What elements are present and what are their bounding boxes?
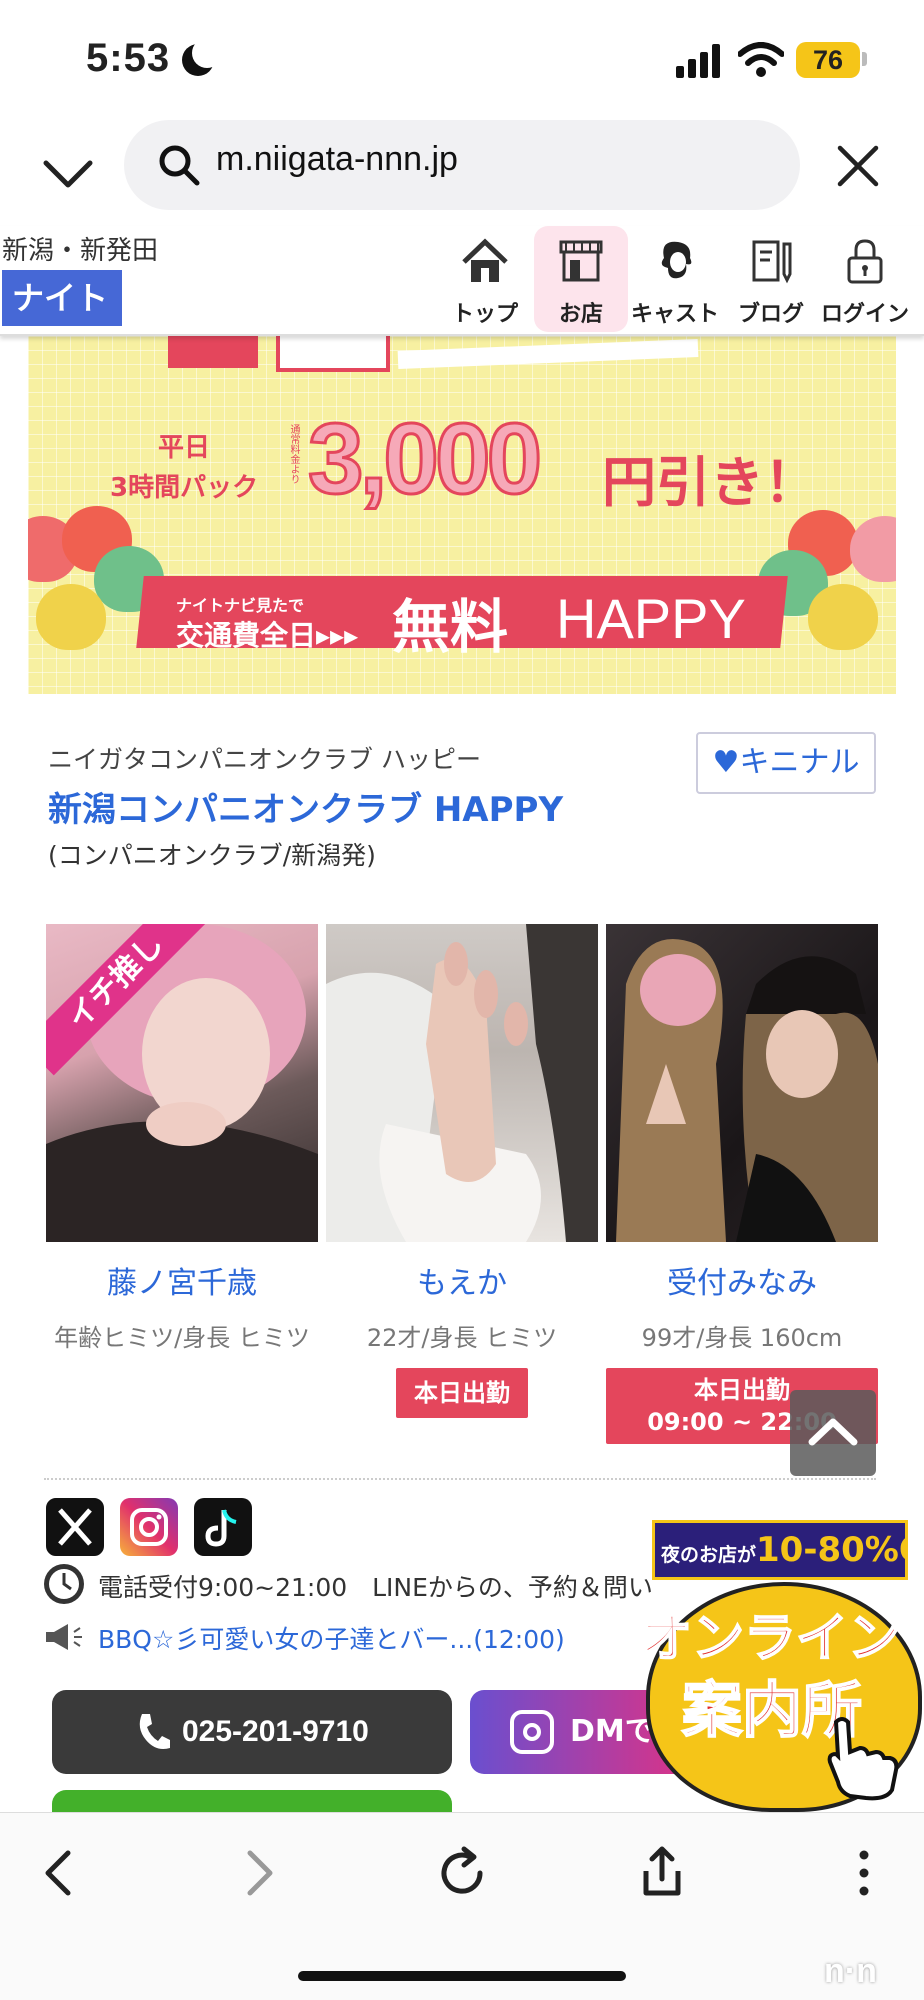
battery-level: 76	[796, 42, 860, 78]
cast-photo[interactable]	[606, 924, 878, 1242]
url-text: m.niigata-nnn.jp	[216, 140, 458, 178]
pointing-hand-icon	[827, 1717, 899, 1801]
cast-meta: 22才/身長 ヒミツ	[366, 1324, 558, 1352]
status-bar: 5:53 76	[0, 0, 924, 120]
balloon-decoration	[36, 584, 106, 650]
scroll-top-button[interactable]	[790, 1390, 876, 1476]
cast-photo-art	[616, 939, 878, 1242]
cast-photo[interactable]	[326, 924, 598, 1242]
online-banner-discount: 10-80%OFF	[756, 1530, 905, 1570]
banner-discount: 円引き！	[602, 451, 818, 514]
watermark-logo: n·n	[824, 1952, 877, 1990]
balloon-decoration	[808, 584, 878, 650]
nav-label: トップ	[451, 302, 518, 327]
nav-label: お店	[558, 302, 603, 327]
home-indicator[interactable]	[298, 1971, 626, 1981]
cast-name[interactable]: 藤ノ宮千歳	[46, 1258, 318, 1302]
megaphone-icon	[46, 1624, 82, 1650]
forward-icon[interactable]	[228, 1843, 288, 1903]
nav-shop[interactable]: お店	[534, 226, 628, 332]
cast-photo[interactable]: イチ推し	[46, 924, 318, 1242]
banner-free: 無料	[392, 593, 509, 661]
area-label[interactable]: 新潟・新発田	[2, 230, 158, 267]
banner-strip-main: 交通費全日▸▸▸	[176, 619, 359, 652]
share-icon[interactable]	[632, 1843, 692, 1903]
nav-login[interactable]: ログイン	[818, 226, 912, 332]
close-icon[interactable]	[830, 138, 886, 194]
tiktok-icon[interactable]	[194, 1498, 252, 1556]
online-banner-top: 夜のお店が10-80%OFF	[652, 1520, 908, 1580]
shop-name-kana: ニイガタコンパニオンクラブ ハッピー	[48, 745, 481, 774]
banner-weekday-pack: 平日 3時間パック	[110, 428, 258, 508]
cast-meta: 年齢ヒミツ/身長 ヒミツ	[54, 1324, 310, 1352]
cast-name[interactable]: 受付みなみ	[606, 1258, 878, 1302]
online-banner-small: 夜のお店が	[661, 1544, 757, 1566]
house-icon	[462, 238, 508, 282]
banner-amount: 3,000	[306, 402, 543, 517]
nav-top[interactable]: トップ	[438, 226, 532, 332]
nav-label: ブログ	[737, 302, 804, 327]
banner-note: 通常料金より	[288, 424, 299, 484]
cast-meta: 99才/身長 160cm	[641, 1324, 843, 1352]
news-link[interactable]: BBQ☆彡可愛い女の子達とバー...(12:00)	[98, 1620, 565, 1656]
reload-icon[interactable]	[432, 1843, 492, 1903]
address-bar[interactable]: m.niigata-nnn.jp	[124, 120, 800, 210]
shop-icon	[559, 240, 603, 282]
phone-call-button[interactable]: 025-201-9710	[52, 1690, 452, 1774]
cast-icon	[661, 241, 692, 279]
nav-label: ログイン	[820, 302, 909, 327]
banner-pack: 3時間パック	[110, 473, 259, 503]
cellular-signal-icon	[676, 44, 722, 78]
heart-icon: ♥	[712, 745, 740, 780]
site-header: 新潟・新発田 ナイト トップ お店 キャスト ブログ ログイン	[0, 226, 924, 336]
banner-title-fragment	[168, 336, 699, 372]
favorite-label: キニナル	[739, 745, 860, 780]
nav-cast[interactable]: キャスト	[628, 226, 722, 332]
favorite-button[interactable]: ♥キニナル	[696, 732, 876, 794]
nav-label: キャスト	[630, 302, 719, 327]
online-guide-banner[interactable]: 夜のお店が10-80%OFF オンライン 案内所	[636, 1512, 924, 1812]
battery-cap	[862, 52, 867, 66]
banner-happy: HAPPY	[556, 587, 746, 650]
back-icon[interactable]	[30, 1843, 90, 1903]
instagram-icon[interactable]	[120, 1498, 178, 1556]
instagram-icon	[510, 1710, 554, 1754]
business-hours: 電話受付9:00~21:00 LINEからの、予約＆問い	[98, 1573, 653, 1602]
attendance-badge: 本日出勤	[396, 1368, 528, 1418]
clock-icon	[44, 1564, 84, 1604]
status-time: 5:53	[86, 36, 171, 80]
banner-strip-small: ナイトナビ見たで	[176, 596, 305, 615]
blog-icon	[752, 240, 792, 284]
moon-icon	[182, 38, 222, 76]
nav-blog[interactable]: ブログ	[724, 226, 818, 332]
online-banner-line1: オンライン	[639, 1608, 901, 1670]
shop-category: (コンパニオンクラブ/新潟発)	[48, 841, 376, 870]
lock-icon	[847, 239, 883, 284]
genre-badge[interactable]: ナイト	[2, 270, 122, 326]
wifi-icon	[738, 42, 784, 77]
section-divider	[44, 1478, 876, 1480]
search-icon	[159, 145, 200, 186]
more-options-icon[interactable]	[834, 1843, 894, 1903]
campaign-banner[interactable]: 平日 3時間パック 通常料金より 3,000 円引き！ ナイトナビ見たで 交通費…	[28, 336, 896, 694]
chevron-up-icon	[808, 1418, 858, 1446]
shop-name-link[interactable]: 新潟コンパニオンクラブ HAPPY	[48, 782, 563, 831]
x-icon[interactable]	[46, 1498, 104, 1556]
cast-photo-art	[46, 924, 318, 1242]
cast-name[interactable]: もえか	[326, 1258, 598, 1302]
banner-weekday: 平日	[158, 433, 211, 463]
browser-toolbar	[0, 1812, 924, 2000]
chevron-down-icon[interactable]	[40, 145, 96, 201]
cast-photo-art	[326, 924, 598, 1242]
phone-number: 025-201-9710	[182, 1715, 369, 1748]
browser-address-row: m.niigata-nnn.jp	[0, 120, 924, 230]
phone-icon	[139, 1714, 170, 1749]
